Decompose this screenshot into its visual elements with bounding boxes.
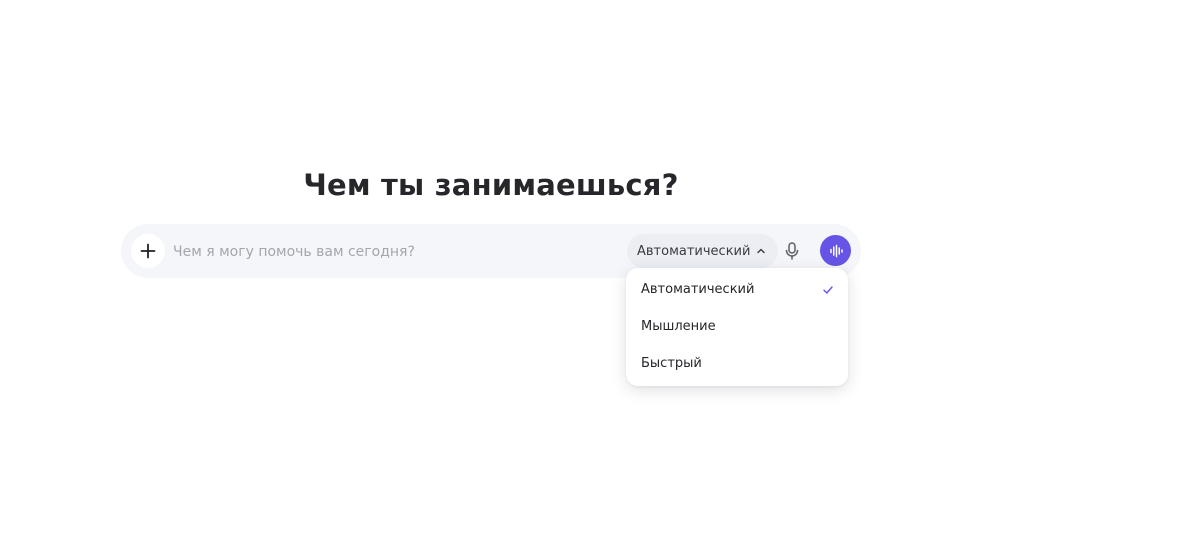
plus-icon xyxy=(140,243,156,259)
mode-dropdown-menu: Автоматический Мышление Быстрый xyxy=(626,268,848,386)
chevron-up-icon xyxy=(756,246,766,256)
waveform-icon xyxy=(828,243,844,259)
mode-option-auto[interactable]: Автоматический xyxy=(626,271,848,308)
mode-selected-label: Автоматический xyxy=(637,243,751,259)
page: Чем ты занимаешься? Автоматический xyxy=(0,0,1200,544)
mode-option-label: Автоматический xyxy=(641,282,755,297)
mode-select-button[interactable]: Автоматический xyxy=(627,234,779,268)
mode-option-thinking[interactable]: Мышление xyxy=(626,308,848,345)
voice-mode-button[interactable] xyxy=(820,235,851,266)
microphone-icon xyxy=(782,241,802,261)
mode-option-fast[interactable]: Быстрый xyxy=(626,345,848,382)
mode-option-label: Быстрый xyxy=(641,356,702,371)
add-attachment-button[interactable] xyxy=(131,234,165,268)
checkmark-icon xyxy=(822,284,834,296)
mode-option-label: Мышление xyxy=(641,319,716,334)
microphone-button[interactable] xyxy=(776,235,808,267)
prompt-input[interactable] xyxy=(171,237,615,267)
page-title: Чем ты занимаешься? xyxy=(303,168,679,202)
